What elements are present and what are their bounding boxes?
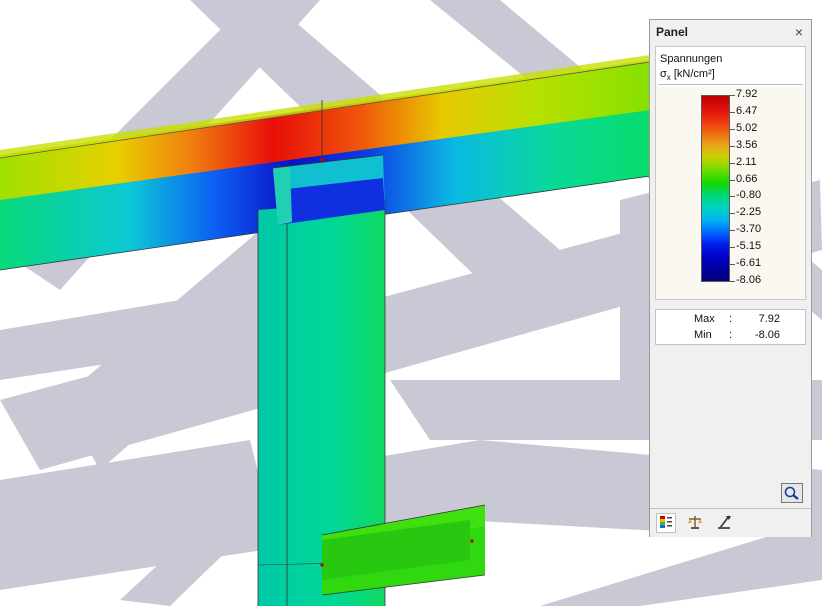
min-label: Min: [694, 329, 712, 341]
extreme-values-box: Max : 7.92 Min : -8.06: [655, 309, 806, 345]
legend-value-label: -5.15: [736, 240, 762, 253]
legend-tick: [730, 162, 735, 164]
legend-value-label: -0.80: [736, 189, 762, 202]
tab-color-scale[interactable]: [656, 513, 676, 533]
legend-tick: [730, 213, 735, 215]
quantity-subscript: x: [666, 73, 671, 83]
legend-value-label: 6.47: [736, 104, 758, 117]
legend-value-label: 7.92: [736, 88, 758, 100]
legend-tick: [730, 230, 735, 232]
result-name: Spannungen: [660, 53, 723, 65]
legend-tick: [730, 281, 735, 282]
legend-value-label: 3.56: [736, 138, 758, 151]
legend-value-label: 2.11: [736, 155, 757, 168]
panel-title: Panel: [656, 25, 689, 39]
legend-tick: [730, 264, 735, 266]
max-row: Max : 7.92: [656, 313, 805, 329]
legend-tick: [730, 179, 735, 181]
panel-titlebar[interactable]: Panel ×: [650, 20, 811, 46]
magnifier-icon: [784, 486, 799, 500]
zoom-button[interactable]: [781, 483, 803, 503]
legend-value-label: -8.06: [736, 274, 762, 286]
legend-value-label: -3.70: [736, 223, 762, 236]
legend-tick: [730, 95, 735, 96]
close-icon[interactable]: ×: [791, 23, 807, 41]
legend-value-label: 5.02: [736, 121, 758, 134]
max-colon: :: [729, 313, 733, 325]
unit-label: [kN/cm²]: [673, 68, 715, 80]
quantity-unit-label: σx [kN/cm²]: [660, 68, 715, 82]
results-panel[interactable]: Panel × Spannungen σx [kN/cm²] 7.92 6.47 5…: [649, 19, 812, 537]
legend-value-label: -2.25: [736, 206, 762, 219]
max-value: 7.92: [758, 313, 780, 325]
max-label: Max: [694, 313, 715, 325]
legend-tick: [730, 247, 735, 249]
legend-tick: [730, 111, 735, 113]
color-scale-bar: [701, 95, 730, 282]
divider: [658, 84, 803, 85]
tab-balance[interactable]: [686, 513, 706, 533]
color-legend: 7.92 6.47 5.02 3.56 2.11 0.66 -0.80 -2.25 -3.70 -…: [656, 87, 805, 299]
color-scale-icon: [660, 516, 672, 528]
legend-tick: [730, 145, 735, 147]
tab-filter[interactable]: [716, 513, 736, 533]
balance-icon: [688, 516, 702, 529]
min-colon: :: [729, 329, 733, 341]
min-row: Min : -8.06: [656, 329, 805, 345]
legend-tick: [730, 128, 735, 130]
panel-tabs: [650, 508, 811, 537]
legend-value-label: -6.61: [736, 257, 762, 270]
legend-value-label: 0.66: [736, 172, 758, 185]
min-value: -8.06: [754, 329, 780, 341]
filter-icon: [718, 515, 731, 529]
quantity-symbol: σ: [660, 68, 667, 80]
legend-tick: [730, 196, 735, 198]
legend-content: Spannungen σx [kN/cm²] 7.92 6.47 5.02 3.56 2…: [655, 46, 806, 300]
